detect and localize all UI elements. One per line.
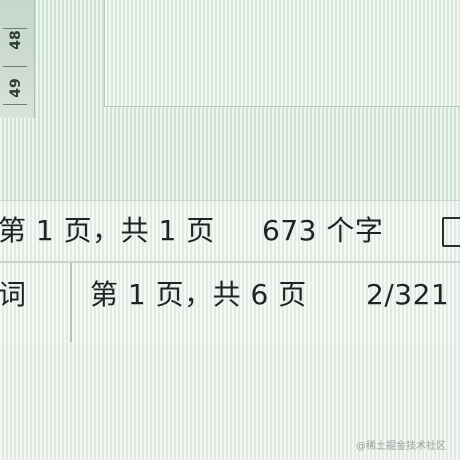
- ruler-label-49: 49: [8, 78, 24, 98]
- status-bar-secondary: 词 第 1 页，共 6 页 2/321: [0, 262, 460, 344]
- status-bar-primary: 第 1 页，共 1 页 673 个字: [0, 200, 460, 262]
- page-count-indicator[interactable]: 第 1 页，共 1 页: [0, 217, 215, 245]
- ruler-label-48: 48: [8, 30, 24, 50]
- word-count-indicator[interactable]: 673 个字: [262, 217, 383, 245]
- proofing-checkbox[interactable]: [442, 217, 460, 247]
- document-page-area[interactable]: [104, 0, 460, 107]
- word-ratio-indicator[interactable]: 2/321: [366, 281, 449, 309]
- word-label-fragment: 词: [0, 278, 27, 311]
- page-count-indicator-secondary[interactable]: 第 1 页，共 6 页: [90, 281, 307, 309]
- watermark: @稀土掘金技术社区: [356, 441, 446, 452]
- ruler-tick: [3, 104, 27, 105]
- ruler-tick: [3, 66, 27, 67]
- vertical-ruler: 48 49: [0, 0, 35, 118]
- lower-blurred-area: @稀土掘金技术社区: [0, 342, 460, 460]
